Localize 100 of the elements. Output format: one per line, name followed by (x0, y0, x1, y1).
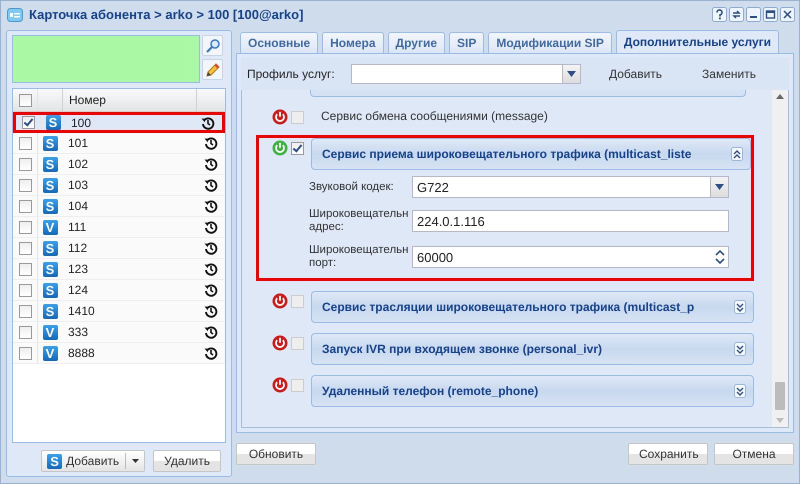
collapse-icon[interactable] (730, 147, 744, 161)
checkbox[interactable] (18, 94, 32, 106)
service-header[interactable]: Запуск IVR при входящем звонке (personal_ivr) (311, 333, 754, 365)
help-icon[interactable] (712, 7, 727, 22)
power-icon[interactable] (272, 335, 288, 351)
power-icon[interactable] (272, 293, 288, 309)
checkbox[interactable] (291, 337, 304, 350)
codec-dropdown[interactable]: G722 (412, 176, 729, 198)
checkbox[interactable] (18, 262, 32, 276)
grid-row[interactable]: S 102 (13, 154, 225, 175)
service-header[interactable]: Сервис трасляции широковещательного трафика (multicast_p (311, 291, 754, 323)
grid-row[interactable]: S 103 (13, 175, 225, 196)
checkbox[interactable] (18, 158, 32, 170)
history-icon[interactable] (204, 199, 218, 213)
number-cell: 104 (68, 199, 88, 213)
grid-row[interactable]: S 104 (13, 196, 225, 217)
history-icon[interactable] (204, 325, 218, 339)
minimize-icon[interactable] (746, 7, 761, 22)
column-header[interactable]: Номер (69, 93, 106, 107)
close-icon[interactable] (780, 7, 795, 22)
grid-row[interactable]: S 100 (13, 112, 225, 133)
number-cell: 123 (68, 262, 88, 276)
history-icon[interactable] (204, 220, 218, 234)
checkbox[interactable] (291, 379, 304, 392)
power-icon[interactable] (272, 377, 288, 393)
checkbox[interactable] (18, 178, 32, 192)
video-badge: V (42, 324, 58, 340)
grid-row[interactable]: V 111 (13, 217, 225, 238)
service-header[interactable]: Сервис приема широковещательного трафика (multicast_liste (311, 138, 751, 170)
dropdown-arrow-icon (715, 184, 724, 190)
number-cell: 100 (71, 116, 92, 130)
grid-row[interactable]: S 101 (13, 133, 225, 154)
checkbox[interactable] (291, 142, 304, 155)
maximize-icon[interactable] (763, 7, 778, 22)
checkbox[interactable] (18, 242, 32, 254)
history-icon[interactable] (204, 178, 218, 192)
checkbox[interactable] (18, 136, 32, 150)
grid-row[interactable]: V 8888 (13, 343, 225, 364)
history-icon[interactable] (201, 116, 215, 130)
checkbox[interactable] (291, 295, 304, 308)
history-icon[interactable] (204, 241, 218, 255)
grid-row[interactable]: S 123 (13, 259, 225, 280)
refresh-icon[interactable] (729, 7, 744, 22)
checkbox[interactable] (18, 346, 32, 360)
grid-row[interactable]: S 112 (13, 238, 225, 259)
tab[interactable]: Другие (388, 32, 445, 53)
expand-icon[interactable] (733, 342, 747, 356)
history-icon[interactable] (204, 346, 218, 360)
tab[interactable]: Основные (240, 32, 318, 53)
replace-button[interactable]: Заменить (702, 67, 756, 81)
input-field[interactable]: 224.0.1.116 (412, 210, 729, 232)
scroll-up-icon[interactable] (776, 94, 784, 99)
sip-badge: S (42, 282, 58, 298)
number-cell: 112 (68, 241, 88, 255)
port-spinner[interactable]: 60000 (412, 246, 729, 268)
refresh-button[interactable]: Обновить (236, 443, 316, 465)
add-button[interactable]: Добавить (609, 67, 662, 81)
dropdown-arrow-icon (567, 71, 576, 77)
search-icon (204, 38, 220, 54)
history-icon[interactable] (204, 262, 218, 276)
checkbox[interactable] (291, 111, 304, 124)
tab[interactable]: Модификации SIP (488, 32, 612, 53)
checkbox[interactable] (18, 200, 32, 212)
grid-row[interactable]: S 124 (13, 280, 225, 301)
checkbox[interactable] (18, 304, 32, 318)
power-icon[interactable] (272, 109, 288, 125)
scrollbar[interactable] (772, 90, 788, 427)
tab[interactable]: Номера (322, 32, 384, 53)
number-cell: 333 (68, 325, 88, 339)
history-icon[interactable] (204, 157, 218, 171)
spinner-arrows-icon[interactable] (714, 248, 726, 266)
cancel-button[interactable]: Отмена (714, 443, 794, 465)
checkbox[interactable] (18, 220, 32, 234)
service-header[interactable]: Удаленный телефон (remote_phone) (311, 375, 754, 407)
edit-button[interactable] (202, 59, 223, 80)
tab[interactable]: Дополнительные услуги (616, 30, 780, 53)
tab[interactable]: SIP (449, 32, 484, 53)
checkbox[interactable] (18, 284, 32, 296)
sip-badge: S (47, 454, 62, 468)
expand-icon[interactable] (733, 384, 747, 398)
delete-button[interactable]: Удалить (153, 450, 221, 472)
video-badge: V (42, 220, 58, 234)
add-button[interactable]: S Добавить (41, 450, 146, 472)
number-cell: 111 (68, 220, 86, 234)
sip-badge: S (42, 136, 58, 150)
scroll-thumb[interactable] (775, 382, 785, 410)
grid-row[interactable]: S 1410 (13, 301, 225, 322)
search-button[interactable] (202, 35, 223, 56)
checkbox[interactable] (22, 116, 34, 129)
checkbox[interactable] (18, 326, 32, 338)
sip-badge: S (42, 156, 58, 172)
grid-row[interactable]: V 333 (13, 322, 225, 343)
history-icon[interactable] (204, 136, 218, 150)
number-cell: 8888 (68, 346, 95, 360)
history-icon[interactable] (204, 283, 218, 297)
caret-icon[interactable] (132, 459, 140, 463)
number-cell: 1410 (68, 304, 95, 318)
save-button[interactable]: Сохранить (628, 443, 708, 465)
history-icon[interactable] (204, 304, 218, 318)
expand-icon[interactable] (733, 300, 747, 314)
